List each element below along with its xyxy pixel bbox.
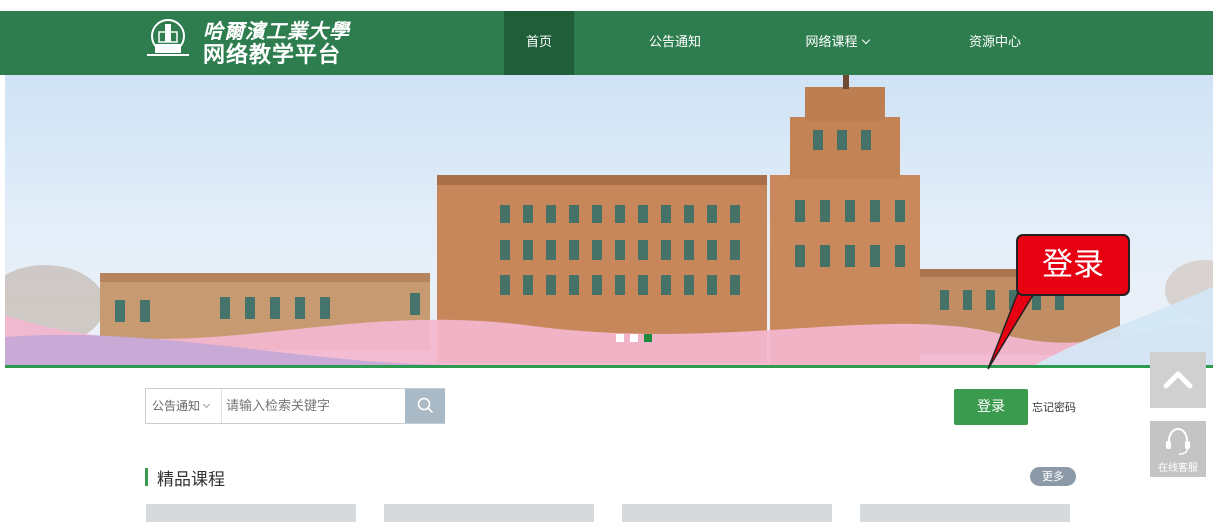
carousel-dot-1[interactable] <box>616 334 624 342</box>
nav-announcements-label: 公告通知 <box>648 35 701 50</box>
course-card[interactable] <box>860 504 1070 522</box>
online-service-button[interactable]: 在线客服 <box>1150 421 1206 477</box>
more-courses-button[interactable]: 更多 <box>1030 467 1076 486</box>
nav-announcements[interactable]: 公告通知 <box>630 11 720 75</box>
login-callout-label: 登录 <box>1016 234 1130 296</box>
university-emblem-icon <box>147 19 189 56</box>
chevron-down-icon <box>861 35 870 45</box>
nav-resource-center-label: 资源中心 <box>968 35 1021 50</box>
site-logo[interactable]: 哈爾濱工業大學 网络教学平台 <box>145 15 365 68</box>
section-accent-bar <box>145 468 148 486</box>
online-service-label: 在线客服 <box>1158 463 1198 474</box>
headset-icon <box>1166 427 1190 455</box>
back-to-top-button[interactable] <box>1150 352 1206 408</box>
nav-resource-center[interactable]: 资源中心 <box>950 11 1040 75</box>
callout-pointer-arrow <box>987 286 1040 370</box>
logo-platform-name: 网络教学平台 <box>203 43 342 68</box>
search-icon <box>417 397 433 413</box>
carousel-dot-3-active[interactable] <box>644 334 652 342</box>
course-card[interactable] <box>384 504 594 522</box>
search-category-select[interactable]: 公告通知 <box>146 389 222 423</box>
nav-online-courses-label: 网络课程 <box>805 35 858 50</box>
nav-online-courses[interactable]: 网络课程 <box>792 11 882 75</box>
carousel-dot-2[interactable] <box>630 334 638 342</box>
chevron-down-icon <box>202 400 211 409</box>
chevron-up-icon <box>1163 371 1193 389</box>
search-input[interactable] <box>226 389 406 423</box>
search-bar: 公告通知 <box>145 388 445 424</box>
course-card[interactable] <box>146 504 356 522</box>
course-card[interactable] <box>622 504 832 522</box>
forgot-password-link[interactable]: 忘记密码 <box>1032 399 1076 415</box>
nav-home[interactable]: 首页 <box>504 11 574 75</box>
nav-home-label: 首页 <box>525 35 552 50</box>
search-button[interactable] <box>405 389 445 423</box>
featured-courses-title: 精品课程 <box>157 470 225 490</box>
search-category-label: 公告通知 <box>152 399 201 413</box>
login-button[interactable]: 登录 <box>954 389 1028 425</box>
